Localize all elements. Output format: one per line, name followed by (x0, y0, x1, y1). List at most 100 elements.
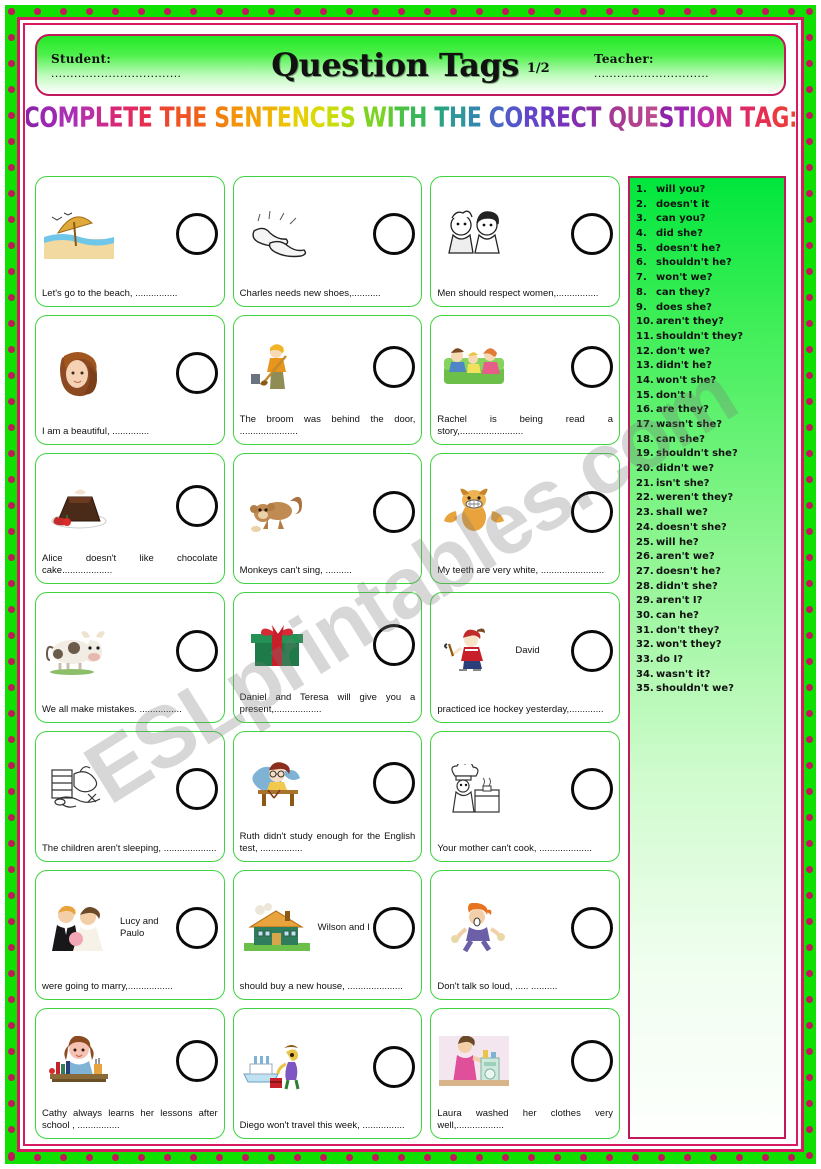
answer-option[interactable]: 24. doesn't she? (636, 522, 780, 534)
exercise-card[interactable]: Let's go to the beach, ................ (35, 176, 225, 307)
exercise-card[interactable]: Rachel is being read a story,...........… (430, 314, 621, 446)
answer-option[interactable]: 35. shouldn't we? (636, 683, 780, 695)
instruction-letter: E (192, 102, 207, 134)
exercise-card[interactable]: Don't talk so loud, ..... .......... (430, 869, 621, 1001)
answer-text: doesn't it (656, 198, 710, 210)
exercise-card-top (42, 597, 218, 704)
answer-option[interactable]: 5. doesn't he? (636, 243, 780, 255)
answer-option[interactable]: 13. didn't he? (636, 360, 780, 372)
answer-option[interactable]: 23. shall we? (636, 507, 780, 519)
exercise-sentence: I am a beautiful, .............. (42, 426, 150, 438)
title-group: Question Tags 1/2 (227, 46, 594, 84)
answer-circle[interactable] (373, 762, 416, 805)
answer-circle[interactable] (571, 629, 614, 672)
exercise-card[interactable]: The children aren't sleeping, ..........… (35, 730, 225, 862)
answer-circle[interactable] (175, 1039, 218, 1082)
monkey-icon (240, 483, 314, 541)
answer-text: didn't we? (656, 463, 715, 475)
teacher-input[interactable]: .............................. (594, 68, 776, 78)
answer-option[interactable]: 10. aren't they? (636, 316, 780, 328)
answer-option[interactable]: 9. does she? (636, 302, 780, 314)
answer-option[interactable]: 11. shouldn't they? (636, 331, 780, 343)
exercise-card[interactable]: We all make mistakes. ................ (35, 592, 225, 723)
answer-circle[interactable] (175, 484, 218, 527)
exercise-card[interactable]: Cathy always learns her lessons after sc… (35, 1008, 225, 1140)
house-icon (240, 899, 314, 957)
answer-option[interactable]: 6. shouldn't he? (636, 257, 780, 269)
answer-number: 12. (636, 345, 654, 357)
answer-option[interactable]: 27. doesn't he? (636, 566, 780, 578)
exercise-card[interactable]: I am a beautiful, .............. (35, 314, 225, 446)
answer-option[interactable]: 18. can she? (636, 434, 780, 446)
answer-option[interactable]: 22. weren't they? (636, 492, 780, 504)
answer-option[interactable]: 25. will he? (636, 537, 780, 549)
answer-circle[interactable] (571, 1039, 614, 1082)
answer-option[interactable]: 3. can you? (636, 213, 780, 225)
exercise-card[interactable]: Lucy and Paulo were going to marry,......… (35, 869, 225, 1001)
exercise-card[interactable]: My teeth are very white, ...............… (430, 453, 621, 585)
answer-circle[interactable] (571, 906, 614, 949)
answer-circle[interactable] (175, 906, 218, 949)
answer-circle[interactable] (175, 213, 218, 256)
exercise-card[interactable]: The broom was behind the door, .........… (232, 314, 423, 446)
answer-option[interactable]: 8. can they? (636, 287, 780, 299)
exercise-card[interactable]: Alice doesn't like chocolate cake.......… (35, 453, 225, 585)
answer-circle[interactable] (571, 346, 614, 389)
exercise-card[interactable]: Monkeys can't sing, .......... (232, 453, 423, 585)
exercise-card[interactable]: Wilson and I should buy a new house, ....… (232, 869, 423, 1001)
exercise-card[interactable]: Men should respect women,...............… (430, 176, 621, 307)
answer-option[interactable]: 33. do I? (636, 654, 780, 666)
answer-option[interactable]: 34. wasn't it? (636, 669, 780, 681)
exercise-card[interactable]: Your mother can't cook, ................… (430, 730, 621, 862)
exercise-card[interactable]: Diego won't travel this week, ..........… (232, 1008, 423, 1140)
answer-circle[interactable] (373, 1045, 416, 1088)
exercise-card[interactable]: David practiced ice hockey yesterday,....… (430, 592, 621, 723)
answer-option[interactable]: 21. isn't she? (636, 478, 780, 490)
answer-option[interactable]: 15. don't I (636, 390, 780, 402)
answer-circle[interactable] (373, 213, 416, 256)
answer-option[interactable]: 20. didn't we? (636, 463, 780, 475)
exercise-card[interactable]: Charles needs new shoes,........... (232, 176, 423, 307)
answer-option[interactable]: 29. aren't I? (636, 595, 780, 607)
student-input[interactable]: .................................. (51, 68, 227, 78)
answer-option[interactable]: 32. won't they? (636, 639, 780, 651)
answer-number: 25. (636, 536, 654, 548)
sleeping-children-icon (42, 760, 116, 818)
answer-option[interactable]: 19. shouldn't she? (636, 448, 780, 460)
answer-circle[interactable] (571, 768, 614, 811)
answer-text: shouldn't they? (656, 330, 744, 342)
answer-option[interactable]: 26. aren't we? (636, 551, 780, 563)
answer-option[interactable]: 12. don't we? (636, 346, 780, 358)
answer-option[interactable]: 14. won't she? (636, 375, 780, 387)
exercise-sentence-lead: Wilson and I (317, 921, 370, 933)
answer-circle[interactable] (373, 906, 416, 949)
answer-option[interactable]: 2. doesn't it (636, 199, 780, 211)
answer-circle[interactable] (571, 213, 614, 256)
instruction-letter: S (658, 102, 675, 134)
answer-option[interactable]: 28. didn't she? (636, 581, 780, 593)
answer-text: are they? (656, 404, 709, 416)
answer-option[interactable]: 1. will you? (636, 184, 780, 196)
answer-number: 4. (636, 228, 647, 240)
exercise-card[interactable]: Daniel and Teresa will give you a presen… (232, 592, 423, 723)
answer-option[interactable]: 16. are they? (636, 404, 780, 416)
answer-option[interactable]: 31. don't they? (636, 625, 780, 637)
answer-circle[interactable] (373, 346, 416, 389)
exercise-card[interactable]: Ruth didn't study enough for the English… (232, 730, 423, 862)
answer-circle[interactable] (373, 623, 416, 666)
answer-option[interactable]: 30. can he? (636, 610, 780, 622)
exercise-sentence: Laura washed her clothes very well,.....… (437, 1108, 614, 1132)
answer-option[interactable]: 17. wasn't she? (636, 419, 780, 431)
answer-option[interactable]: 4. did she? (636, 228, 780, 240)
answer-circle[interactable] (571, 490, 614, 533)
worksheet-page: Student: ...............................… (0, 0, 821, 1169)
answer-circle[interactable] (175, 768, 218, 811)
exercise-card[interactable]: Laura washed her clothes very well,.....… (430, 1008, 621, 1140)
exercise-row: Lucy and Paulo were going to marry,......… (35, 869, 621, 1001)
answer-circle[interactable] (373, 490, 416, 533)
answer-circle[interactable] (175, 629, 218, 672)
answer-circle[interactable] (175, 352, 218, 395)
answer-option[interactable]: 7. won't we? (636, 272, 780, 284)
answer-text: didn't she? (656, 580, 718, 592)
exercise-card-top (240, 1013, 416, 1120)
